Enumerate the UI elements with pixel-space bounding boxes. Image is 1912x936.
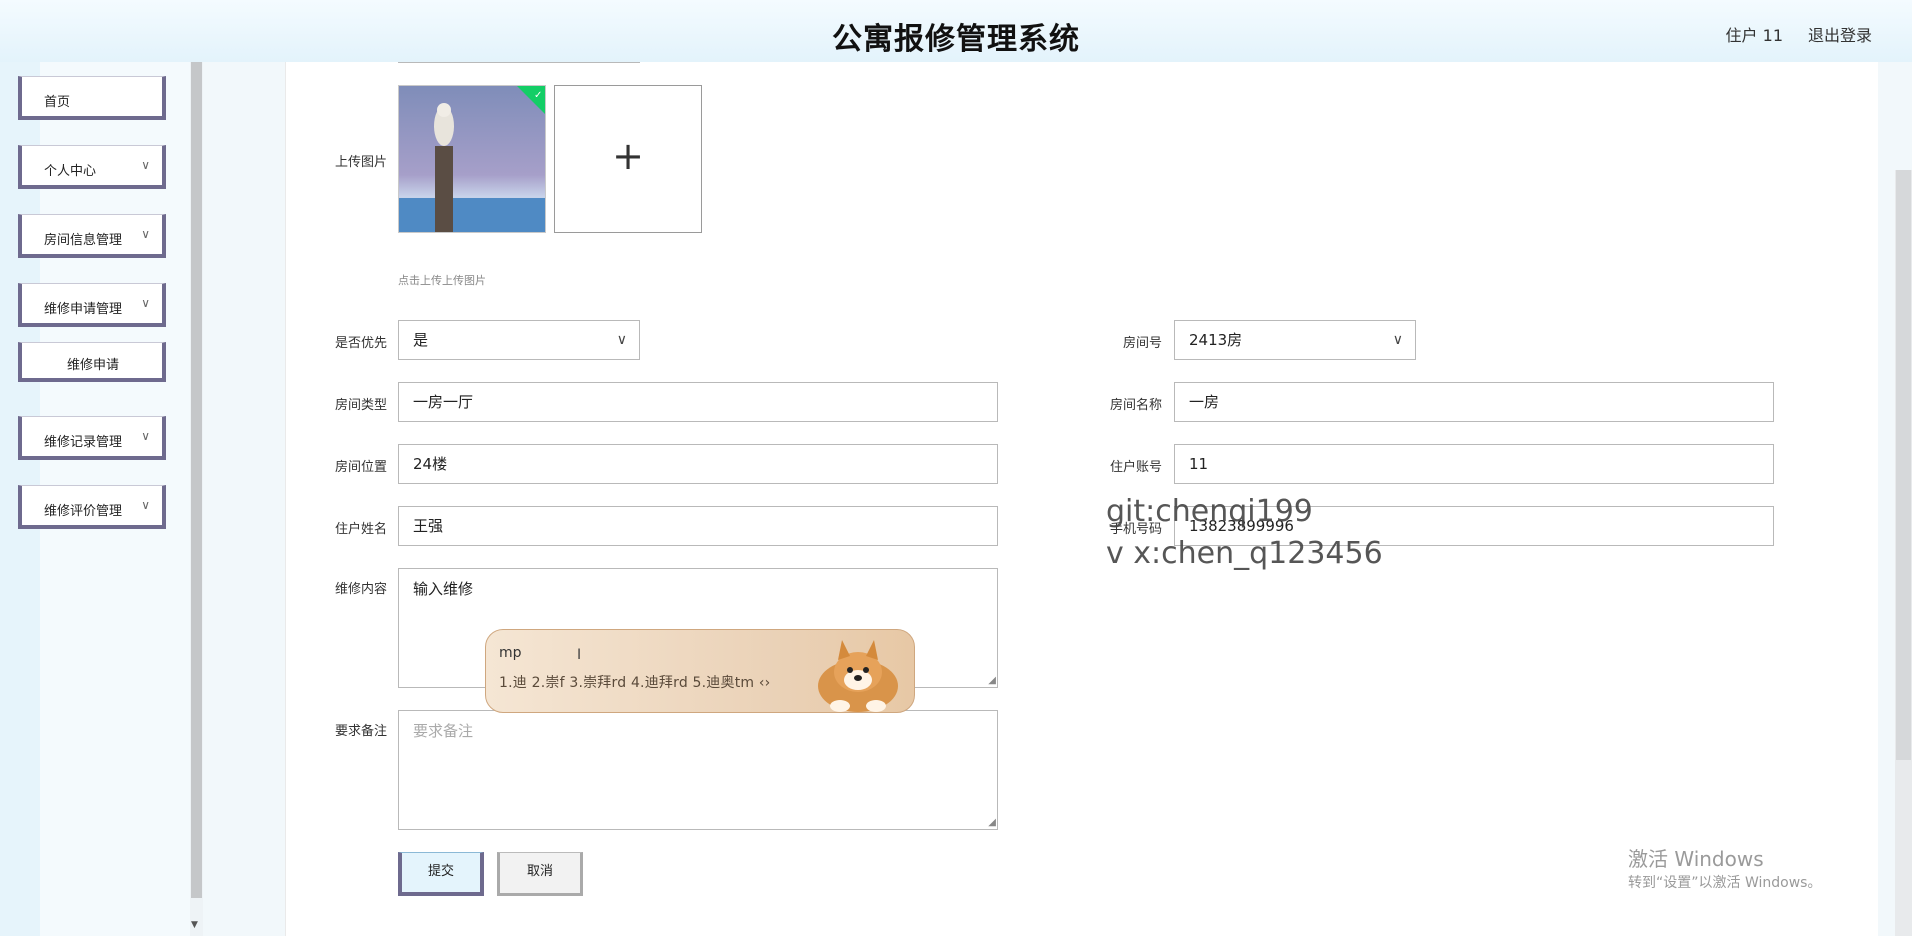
room-no-label: 房间号 — [1122, 336, 1162, 351]
room-type-input[interactable]: 一房一厅 — [398, 382, 998, 422]
watermark-line-1: git:chenqi199 — [1106, 494, 1313, 529]
chevron-down-icon: ∨ — [141, 158, 150, 172]
room-location-label: 房间位置 — [334, 460, 387, 475]
plus-icon: + — [612, 134, 644, 178]
sidebar-subitem-repair-apply[interactable]: 维修申请 — [18, 342, 166, 382]
chevron-down-icon: ∨ — [141, 498, 150, 512]
svg-text:✓: ✓ — [534, 90, 542, 101]
sidebar-item-repair-review[interactable]: 维修评价管理 ∨ — [18, 485, 166, 529]
app-title: 公寓报修管理系统 — [832, 22, 1080, 57]
ime-composition: mp — [499, 645, 522, 661]
upload-label: 上传图片 — [334, 155, 387, 170]
room-name-label: 房间名称 — [1109, 398, 1162, 413]
logout-link[interactable]: 退出登录 — [1808, 22, 1872, 46]
sidebar: 首页 个人中心 ∨ 房间信息管理 ∨ 维修申请管理 ∨ 维修申请 维修记录管理 … — [0, 62, 203, 936]
resize-handle-icon[interactable]: ◢ — [988, 817, 996, 828]
upload-hint: 点击上传上传图片 — [398, 274, 486, 287]
scroll-down-icon[interactable]: ▼ — [191, 920, 198, 930]
priority-label: 是否优先 — [334, 336, 387, 351]
current-user: 住户 11 — [1725, 26, 1783, 45]
windows-activation-subtitle: 转到“设置”以激活 Windows。 — [1628, 875, 1822, 891]
page-scroll-thumb[interactable] — [1896, 170, 1911, 760]
remark-label: 要求备注 — [334, 724, 387, 739]
submit-button[interactable]: 提交 — [398, 852, 484, 896]
remark-textarea[interactable]: 要求备注 ◢ — [398, 710, 998, 830]
tenant-name-input[interactable]: 王强 — [398, 506, 998, 546]
watermark-line-2: v x:chen_q123456 — [1106, 536, 1383, 571]
upload-add-button[interactable]: + — [554, 85, 702, 233]
room-no-select[interactable]: 2413房 ∨ — [1174, 320, 1416, 360]
uploaded-image[interactable]: ✓ — [398, 85, 546, 233]
chevron-down-icon: ∨ — [141, 296, 150, 310]
room-location-input[interactable]: 24楼 — [398, 444, 998, 484]
owl-photo: ✓ — [399, 86, 545, 232]
windows-activation-title: 激活 Windows — [1628, 847, 1764, 871]
repair-content-label: 维修内容 — [334, 582, 387, 597]
chevron-down-icon: ∨ — [141, 227, 150, 241]
cancel-button[interactable]: 取消 — [497, 852, 583, 896]
tenant-account-input[interactable]: 11 — [1174, 444, 1774, 484]
app-header: 公寓报修管理系统 住户 11 退出登录 — [0, 0, 1912, 63]
chevron-down-icon: ∨ — [1392, 332, 1403, 348]
sidebar-item-repair-apply-mgmt[interactable]: 维修申请管理 ∨ — [18, 283, 166, 327]
ime-candidates[interactable]: 1.迪 2.崇f 3.崇拜rd 4.迪拜rd 5.迪奥tm ‹› — [499, 672, 770, 692]
sidebar-item-personal-center[interactable]: 个人中心 ∨ — [18, 145, 166, 189]
priority-select[interactable]: 是 ∨ — [398, 320, 640, 360]
tenant-account-label: 住户账号 — [1109, 460, 1162, 475]
room-name-input[interactable]: 一房 — [1174, 382, 1774, 422]
chevron-down-icon: ∨ — [141, 429, 150, 443]
shiba-dog-icon — [818, 640, 898, 712]
sidebar-item-room-info[interactable]: 房间信息管理 ∨ — [18, 214, 166, 258]
text-cursor-icon: I — [577, 647, 582, 663]
ime-candidate-popup[interactable]: mp I 1.迪 2.崇f 3.崇拜rd 4.迪拜rd 5.迪奥tm ‹› — [485, 629, 915, 713]
resize-handle-icon[interactable]: ◢ — [988, 675, 996, 686]
room-type-label: 房间类型 — [334, 398, 387, 413]
sidebar-item-home[interactable]: 首页 — [18, 76, 166, 120]
sidebar-item-repair-record[interactable]: 维修记录管理 ∨ — [18, 416, 166, 460]
tenant-name-label: 住户姓名 — [334, 522, 387, 537]
sidebar-scroll-thumb[interactable] — [191, 62, 202, 898]
chevron-down-icon: ∨ — [616, 332, 627, 348]
